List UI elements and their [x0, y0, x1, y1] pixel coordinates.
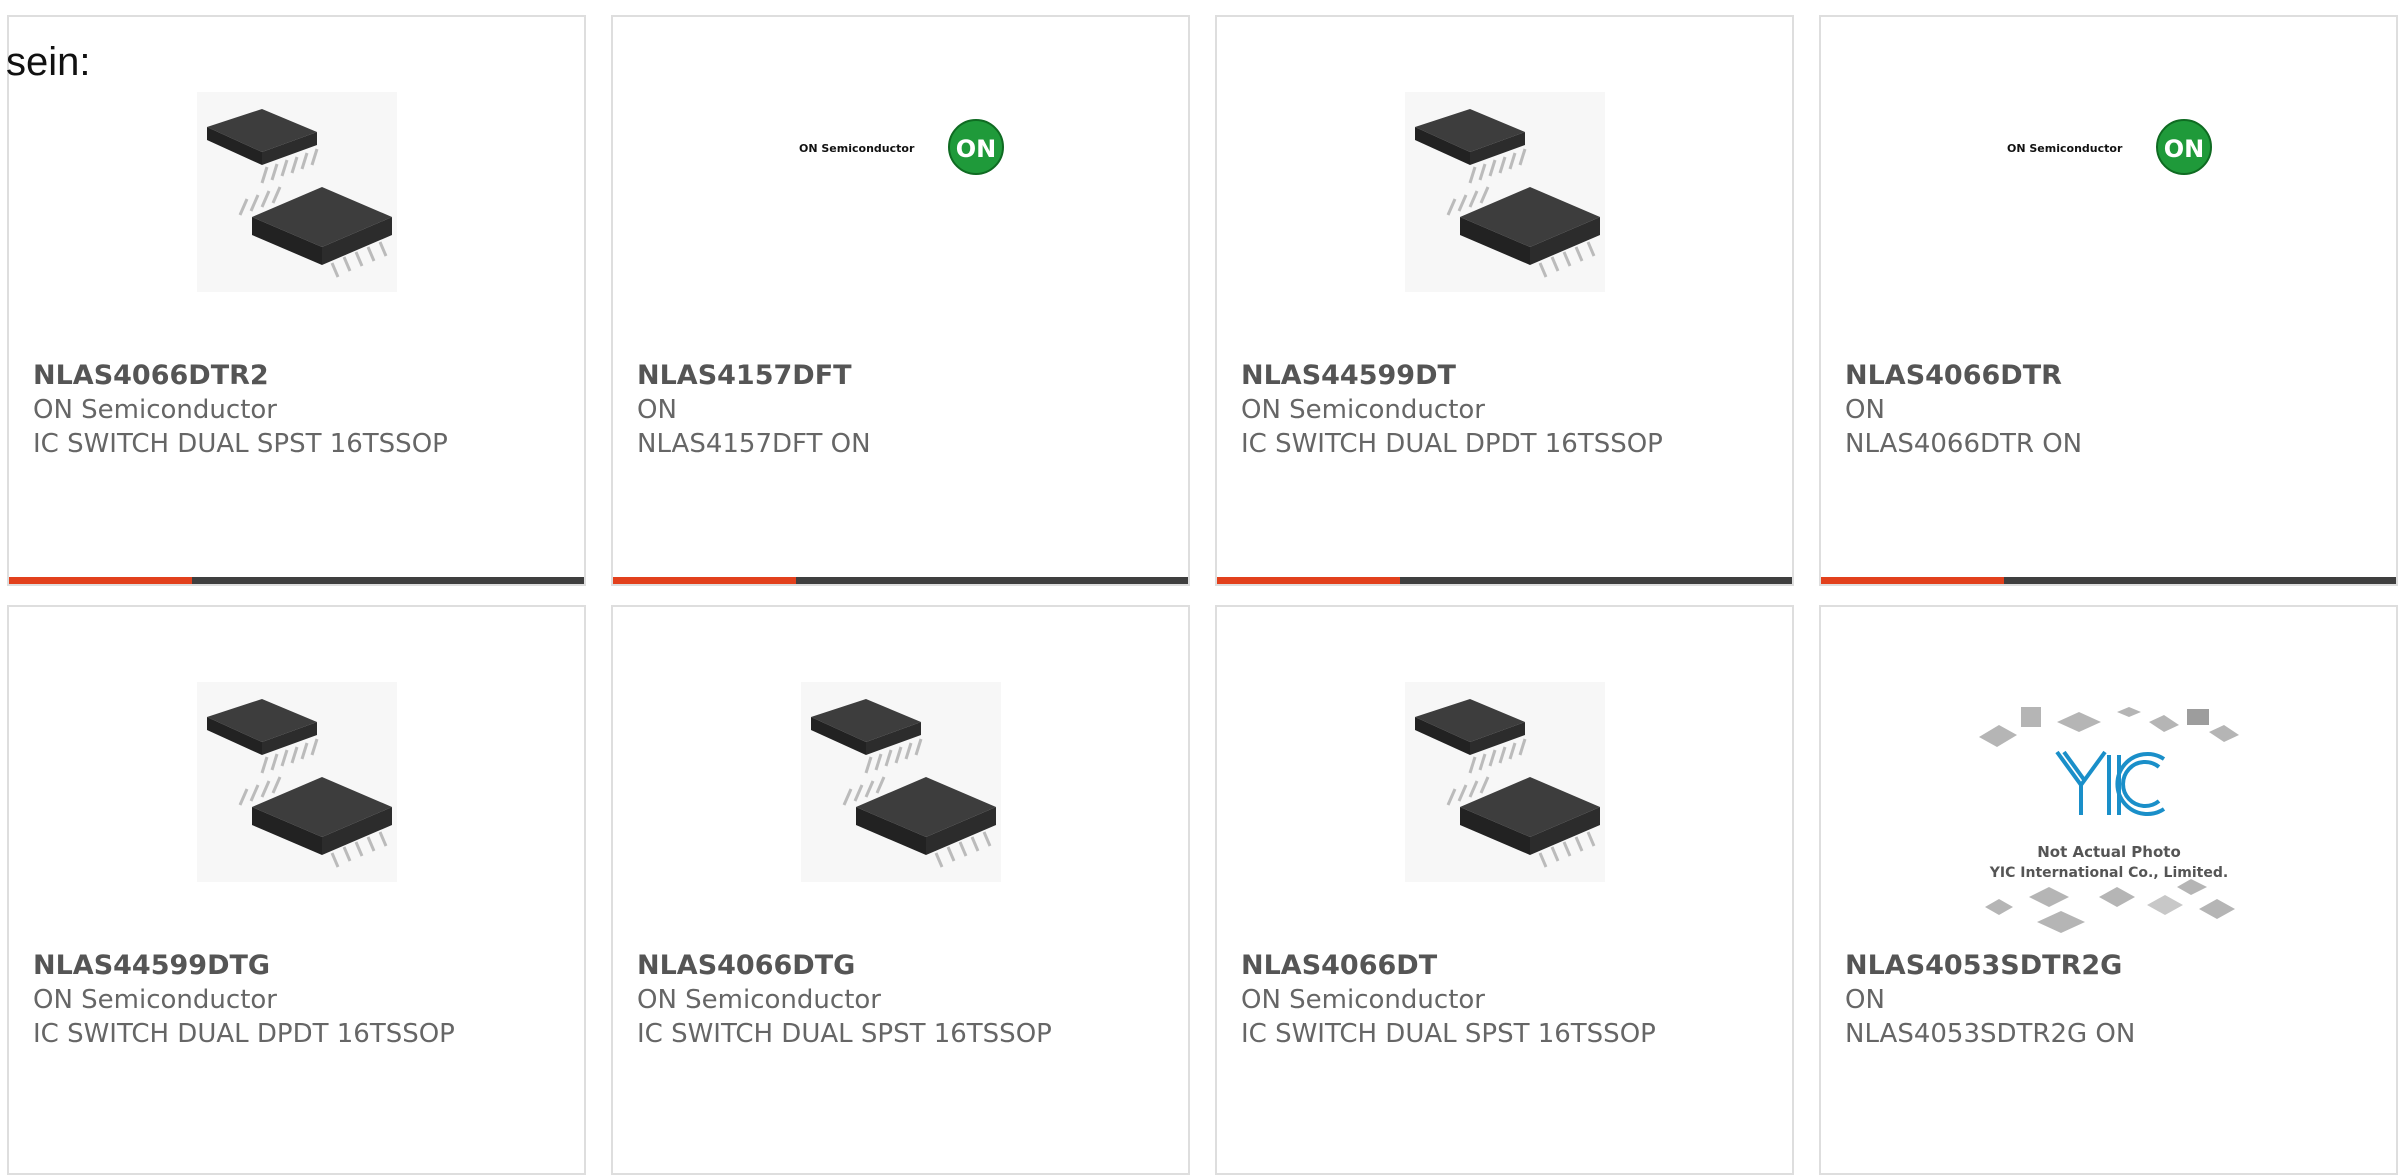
manufacturer: ON	[1845, 395, 1885, 425]
description: IC SWITCH DUAL SPST 16TSSOP	[637, 1019, 1052, 1049]
product-thumbnail: ON Semiconductor ON	[1821, 87, 2396, 312]
product-card[interactable]: NLAS4066DTG ON Semiconductor IC SWITCH D…	[611, 605, 1190, 1175]
manufacturer: ON Semiconductor	[637, 985, 881, 1015]
product-thumbnail	[1217, 87, 1792, 312]
description: NLAS4066DTR ON	[1845, 429, 2083, 459]
manufacturer: ON	[1845, 985, 1885, 1015]
description: IC SWITCH DUAL SPST 16TSSOP	[1241, 1019, 1656, 1049]
product-info: NLAS4066DTR ON NLAS4066DTR ON	[1845, 359, 2082, 461]
product-thumbnail	[9, 87, 584, 312]
tssop-chip-image	[1404, 92, 1605, 292]
product-info: NLAS4066DTG ON Semiconductor IC SWITCH D…	[637, 949, 1052, 1051]
description: IC SWITCH DUAL DPDT 16TSSOP	[1241, 429, 1663, 459]
card-accent-bar	[1821, 577, 2004, 584]
description: IC SWITCH DUAL DPDT 16TSSOP	[33, 1019, 455, 1049]
tssop-chip-image	[800, 682, 1001, 882]
on-semiconductor-logo: ON Semiconductor ON	[799, 119, 1004, 175]
card-accent-bar	[613, 577, 796, 584]
card-accent-bar	[1217, 577, 1400, 584]
product-card[interactable]: NLAS4066DTR2 ON Semiconductor IC SWITCH …	[7, 15, 586, 586]
on-badge-text: ON	[955, 135, 996, 163]
product-info: NLAS4053SDTR2G ON NLAS4053SDTR2G ON	[1845, 949, 2135, 1051]
description: NLAS4157DFT ON	[637, 429, 871, 459]
logo-wordmark: ON Semiconductor	[2007, 142, 2123, 155]
description: IC SWITCH DUAL SPST 16TSSOP	[33, 429, 448, 459]
card-accent-bar	[9, 577, 192, 584]
part-number[interactable]: NLAS4157DFT	[637, 359, 871, 393]
part-number[interactable]: NLAS44599DTG	[33, 949, 455, 983]
part-number[interactable]: NLAS4066DTR	[1845, 359, 2082, 393]
product-card[interactable]: NLAS44599DT ON Semiconductor IC SWITCH D…	[1215, 15, 1794, 586]
on-badge-text: ON	[2163, 135, 2204, 163]
not-actual-photo-label: Not Actual Photo	[2037, 843, 2181, 861]
on-semiconductor-logo: ON Semiconductor ON	[2007, 119, 2212, 175]
card-footer-bar	[9, 577, 584, 584]
manufacturer: ON Semiconductor	[33, 985, 277, 1015]
manufacturer: ON Semiconductor	[1241, 985, 1485, 1015]
description: NLAS4053SDTR2G ON	[1845, 1019, 2136, 1049]
product-thumbnail	[9, 677, 584, 902]
product-info: NLAS44599DT ON Semiconductor IC SWITCH D…	[1241, 359, 1663, 461]
part-number[interactable]: NLAS4066DTR2	[33, 359, 448, 393]
manufacturer: ON Semiconductor	[1241, 395, 1485, 425]
yic-placeholder-image: Not Actual Photo YIC International Co., …	[1978, 707, 2239, 933]
logo-wordmark: ON Semiconductor	[799, 142, 915, 155]
card-footer-bar	[1821, 577, 2396, 584]
part-number[interactable]: NLAS4053SDTR2G	[1845, 949, 2135, 983]
card-footer-bar	[1217, 577, 1792, 584]
product-card[interactable]: Not Actual Photo YIC International Co., …	[1819, 605, 2398, 1175]
product-thumbnail	[613, 677, 1188, 902]
product-info: NLAS4066DT ON Semiconductor IC SWITCH DU…	[1241, 949, 1656, 1051]
part-number[interactable]: NLAS4066DTG	[637, 949, 1052, 983]
manufacturer: ON Semiconductor	[33, 395, 277, 425]
product-info: NLAS4157DFT ON NLAS4157DFT ON	[637, 359, 871, 461]
yic-company-label: YIC International Co., Limited.	[1988, 865, 2227, 881]
product-card[interactable]: NLAS44599DTG ON Semiconductor IC SWITCH …	[7, 605, 586, 1175]
product-thumbnail	[1217, 677, 1792, 902]
product-info: NLAS44599DTG ON Semiconductor IC SWITCH …	[33, 949, 455, 1051]
part-number[interactable]: NLAS44599DT	[1241, 359, 1663, 393]
tssop-chip-image	[196, 682, 397, 882]
product-thumbnail: ON Semiconductor ON	[613, 87, 1188, 312]
part-number[interactable]: NLAS4066DT	[1241, 949, 1656, 983]
product-info: NLAS4066DTR2 ON Semiconductor IC SWITCH …	[33, 359, 448, 461]
product-card[interactable]: NLAS4066DT ON Semiconductor IC SWITCH DU…	[1215, 605, 1794, 1175]
page-heading: sein:	[6, 40, 91, 84]
manufacturer: ON	[637, 395, 677, 425]
card-footer-bar	[613, 577, 1188, 584]
tssop-chip-image	[1404, 682, 1605, 882]
product-card[interactable]: ON Semiconductor ON NLAS4157DFT ON NLAS4…	[611, 15, 1190, 586]
product-thumbnail: Not Actual Photo YIC International Co., …	[1821, 697, 2396, 933]
tssop-chip-image	[196, 92, 397, 292]
product-card[interactable]: ON Semiconductor ON NLAS4066DTR ON NLAS4…	[1819, 15, 2398, 586]
